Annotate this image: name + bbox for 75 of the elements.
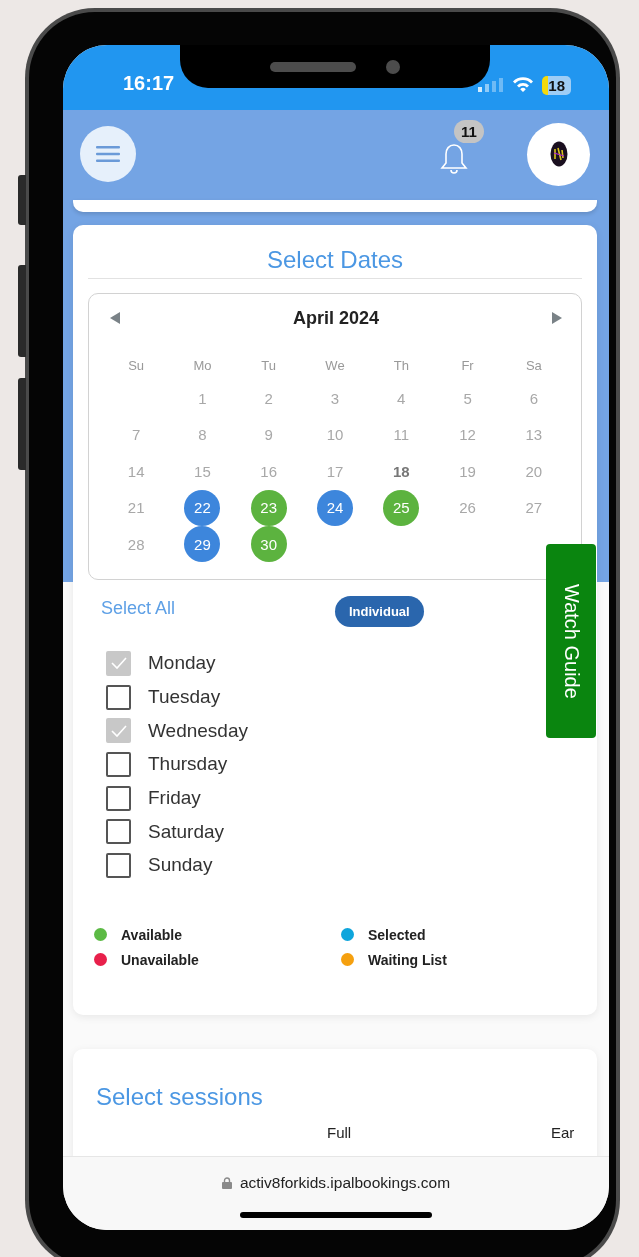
calendar-day[interactable]: 23 [250,489,287,526]
calendar-day: 5 [449,380,486,417]
calendar-day: 4 [383,380,420,417]
calendar-day: 10 [317,416,353,453]
legend-label: Unavailable [121,951,199,968]
calendar-day: 3 [317,380,353,417]
calendar-day: 11 [383,416,420,453]
next-month-icon[interactable] [551,311,563,325]
wifi-icon [512,76,535,92]
column-header: Ear [551,1124,575,1142]
calendar-day: 2 [250,380,287,417]
calendar-day: 1 [184,380,221,417]
checkbox-label: Saturday [148,820,225,843]
check-icon [109,723,128,738]
legend-label: Waiting List [368,951,447,968]
checkbox[interactable] [106,785,131,811]
previous-month-icon[interactable] [109,311,121,325]
url-text[interactable]: activ8forkids.ipalbookings.com [239,1174,451,1192]
calendar-day[interactable]: 22 [184,489,221,526]
calendar-day[interactable]: 25 [383,489,420,526]
calendar-day: 14 [118,453,155,490]
calendar-day: 17 [317,453,353,490]
calendar-day: 20 [515,453,552,490]
calendar-day: 26 [449,489,486,526]
column-header: Full [327,1124,352,1142]
check-icon [109,656,128,671]
weekday-label: Th [392,357,410,373]
month-label: April 2024 [292,307,379,329]
weekday-label: Su [127,357,146,373]
weekday-label: Sa [524,357,543,373]
weekday-label: We [324,357,346,373]
calendar-day[interactable]: 29 [184,526,221,563]
status-time: 16:17 [123,72,175,95]
checkbox[interactable] [106,852,131,878]
lock-icon [221,1177,232,1189]
legend-label: Selected [368,926,426,943]
section-title: Select sessions [96,1082,264,1113]
battery-level: 18 [542,76,571,95]
section-title: Select Dates [265,245,405,275]
checkbox[interactable] [106,819,131,845]
calendar-day: 13 [515,416,552,453]
weekday-label: Fr [460,357,475,373]
weekday-label: Mo [192,357,213,373]
weekday-label: Tu [260,357,278,373]
calendar-day: 27 [515,489,552,526]
notification-badge: 11 [454,120,484,143]
logo-icon [549,141,568,167]
checkbox-label: Friday [148,787,201,810]
checkbox[interactable] [106,751,131,777]
signal-icon [478,78,505,92]
calendar-day: 18 [383,453,420,490]
individual-button[interactable]: Individual [335,596,424,627]
menu-icon [96,145,120,163]
calendar-day[interactable]: 24 [317,489,353,526]
legend-label: Available [121,926,182,943]
checkbox-label: Monday [148,652,216,675]
calendar-day: 21 [118,489,155,526]
calendar-day: 16 [250,453,287,490]
calendar-day: 28 [118,526,155,563]
watch-guide-button[interactable]: Watch Guide [546,544,596,738]
calendar-day: 15 [184,453,221,490]
calendar-day: 6 [515,380,552,417]
calendar-day: 9 [250,416,287,453]
checkbox-label: Wednesday [148,719,248,742]
calendar-day: 12 [449,416,486,453]
checkbox-label: Sunday [148,854,213,877]
bell-icon[interactable] [439,142,469,176]
select-all-link[interactable]: Select All [101,598,335,619]
checkbox[interactable] [106,684,131,710]
checkbox-label: Tuesday [148,686,221,709]
calendar-day: 19 [449,453,486,490]
checkbox-label: Thursday [148,753,228,776]
calendar-day[interactable]: 30 [250,526,287,563]
calendar-day: 7 [118,416,155,453]
calendar-day: 8 [184,416,221,453]
